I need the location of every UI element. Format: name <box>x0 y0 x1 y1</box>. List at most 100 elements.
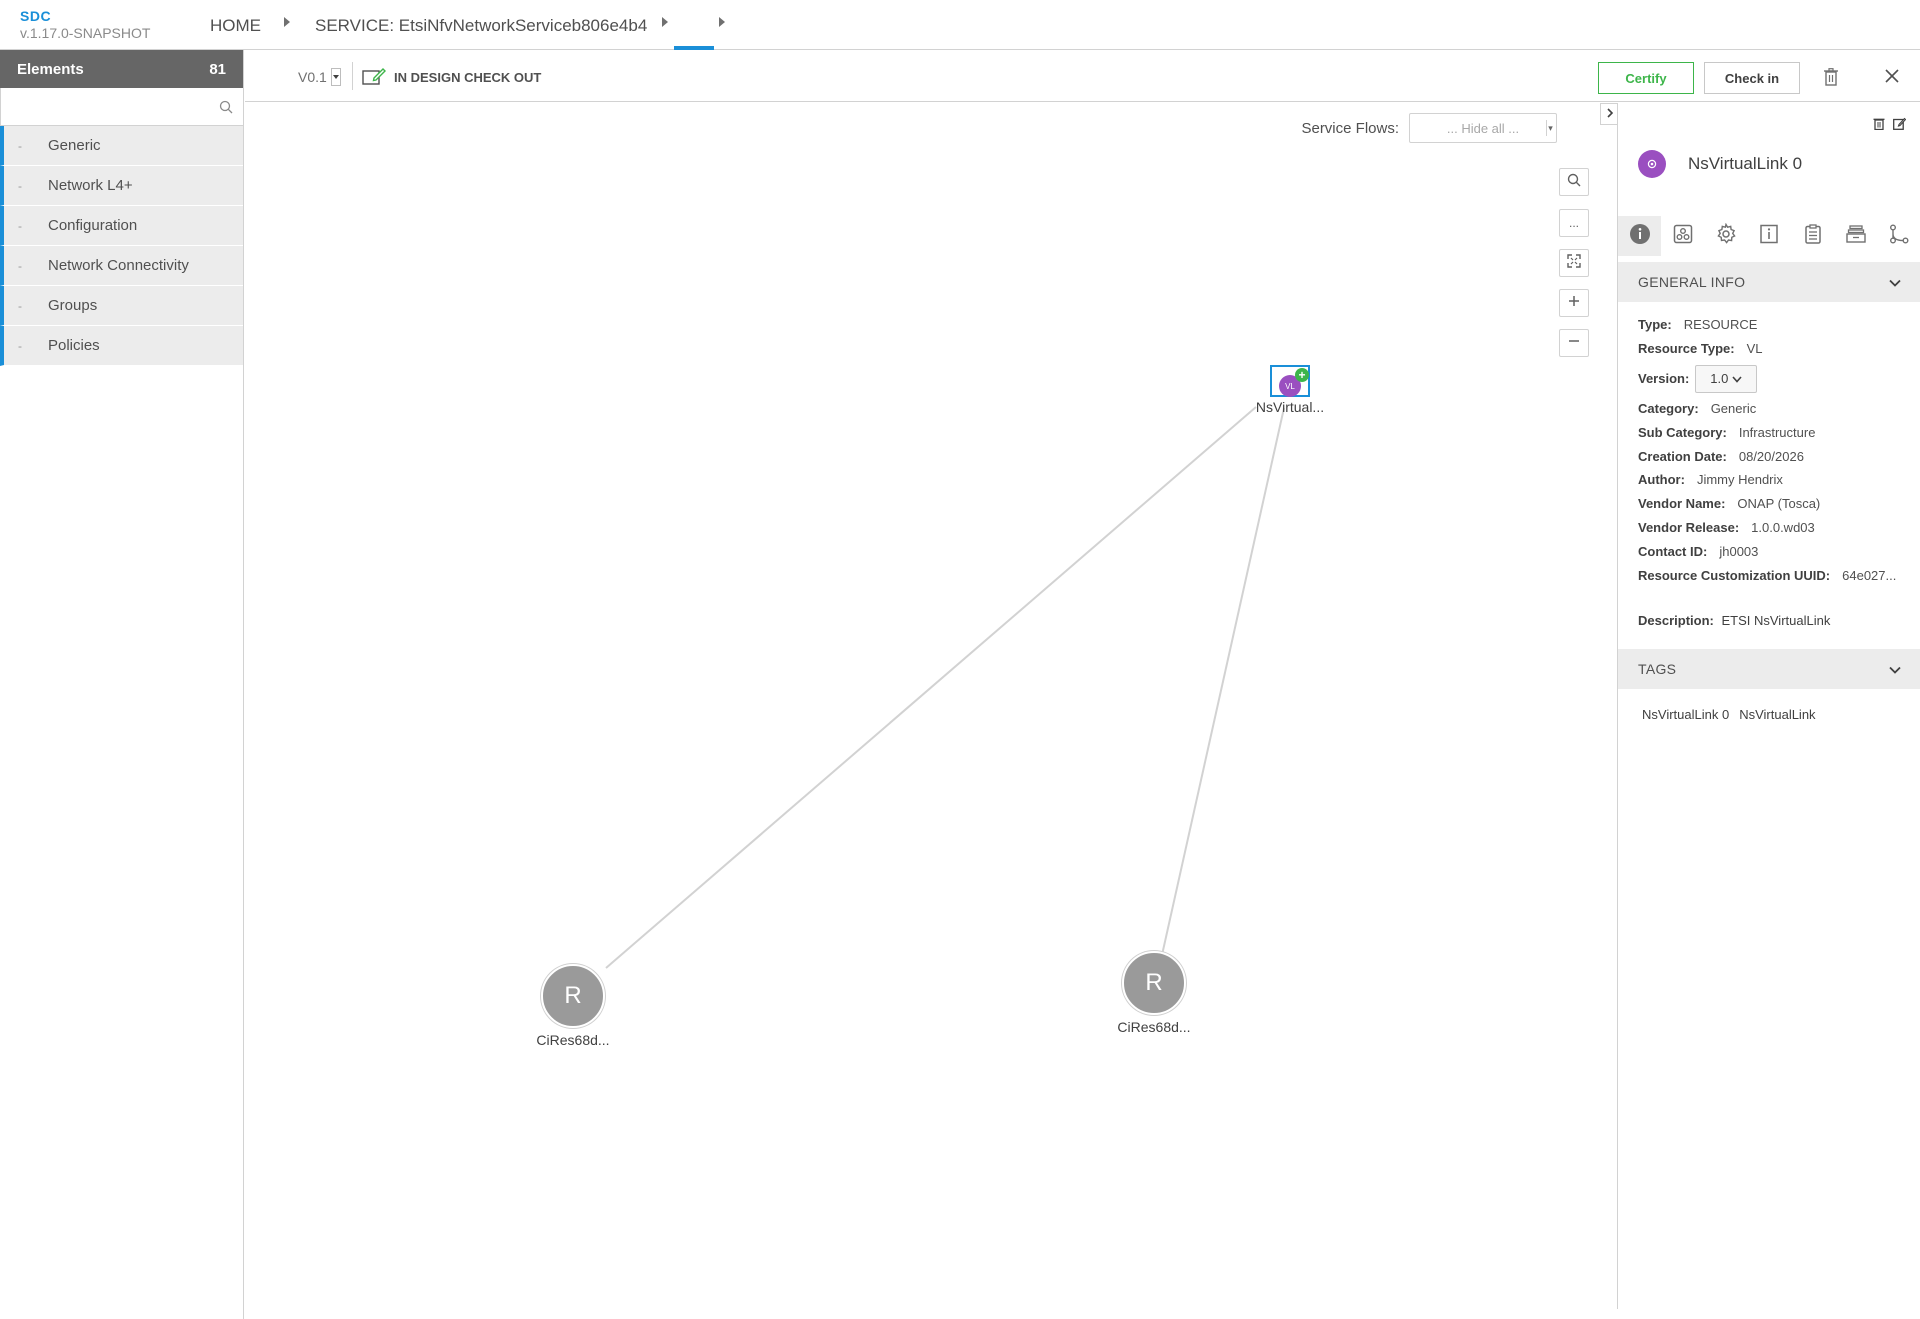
lifecycle-status: IN DESIGN CHECK OUT <box>362 67 541 88</box>
palette-search-input[interactable] <box>1 88 243 125</box>
info-square-icon <box>1758 223 1780 250</box>
field-version: Version: 1.0 <box>1638 361 1913 397</box>
gear-icon <box>1715 222 1737 250</box>
relation-line[interactable] <box>1161 407 1285 956</box>
clipboard-icon <box>1802 223 1824 250</box>
field-value: 08/20/2026 <box>1738 448 1804 464</box>
version-value: V0.1 <box>298 69 327 85</box>
chevron-down-icon <box>1889 661 1901 677</box>
edit-icon[interactable] <box>1893 117 1907 135</box>
layers-icon <box>1845 223 1867 250</box>
version-dropdown-value: 1.0 <box>1710 371 1729 387</box>
field-category: Category: Generic <box>1638 397 1913 421</box>
field-label: Resource Type: <box>1638 341 1735 357</box>
tag: NsVirtualLink <box>1739 707 1816 722</box>
field-label: Creation Date: <box>1638 448 1727 464</box>
expand-dash-icon: - <box>18 138 22 153</box>
panel-actions <box>1873 117 1907 135</box>
top-bar: SDC v.1.17.0-SNAPSHOT HOME SERVICE: Etsi… <box>0 0 1920 50</box>
field-value: RESOURCE <box>1683 317 1758 333</box>
relation-line[interactable] <box>605 406 1257 969</box>
field-author: Author: Jimmy Hendrix <box>1638 468 1913 492</box>
resource-node[interactable]: R <box>541 964 605 1028</box>
tags-title: TAGS <box>1638 661 1677 677</box>
node-label: NsVirtual... <box>1255 399 1325 415</box>
tab-relations[interactable] <box>1878 216 1920 256</box>
palette-category-configuration[interactable]: - Configuration <box>0 206 243 246</box>
palette-category-generic[interactable]: - Generic <box>0 126 243 166</box>
field-sub-category: Sub Category: Infrastructure <box>1638 420 1913 444</box>
breadcrumb-arrow-icon[interactable] <box>719 17 725 27</box>
breadcrumb-arrow-icon[interactable] <box>662 17 668 27</box>
close-icon[interactable] <box>1885 69 1899 88</box>
composition-canvas[interactable]: Service Flows: ... Hide all ... ▾ ... VL… <box>245 103 1617 1309</box>
vl-node[interactable]: VL + <box>1270 365 1310 397</box>
palette-category-groups[interactable]: - Groups <box>0 286 243 326</box>
certify-button[interactable]: Certify <box>1598 62 1694 94</box>
tab-deployment-artifacts[interactable] <box>1661 216 1704 256</box>
palette-category-label: Policies <box>48 337 100 354</box>
toolbar-divider <box>352 62 353 90</box>
version-selector[interactable]: V0.1 <box>298 68 341 86</box>
caret-down-icon[interactable] <box>330 68 341 86</box>
breadcrumb-home[interactable]: HOME <box>210 16 261 36</box>
delete-icon[interactable] <box>1873 117 1885 135</box>
chevron-down-icon <box>1732 371 1742 386</box>
relation-lines <box>605 406 1285 969</box>
app-name: SDC <box>20 8 52 24</box>
palette-category-policies[interactable]: - Policies <box>0 326 243 366</box>
field-vendor-name: Vendor Name: ONAP (Tosca) <box>1638 492 1913 516</box>
palette-count: 81 <box>209 60 226 78</box>
add-relation-icon[interactable]: + <box>1295 368 1309 382</box>
check-in-button[interactable]: Check in <box>1704 62 1800 94</box>
resource-node[interactable]: R <box>1122 951 1186 1015</box>
breadcrumb-service[interactable]: SERVICE: EtsiNfvNetworkServiceb806e4b4 <box>315 16 647 36</box>
details-panel: NsVirtualLink 0 GENERAL INFO Type: RESOU… <box>1617 103 1920 1309</box>
search-icon[interactable] <box>219 100 233 119</box>
field-value: jh0003 <box>1719 543 1759 559</box>
field-label: Vendor Name: <box>1638 496 1726 512</box>
panel-title: NsVirtualLink 0 <box>1638 150 1802 178</box>
hierarchy-icon <box>1888 223 1910 250</box>
panel-tabs <box>1618 216 1920 256</box>
field-label: Vendor Release: <box>1638 519 1740 535</box>
general-info-fields: Type: RESOURCE Resource Type: VL Version… <box>1638 313 1913 587</box>
tab-general-info[interactable] <box>1618 216 1662 256</box>
collapse-panel-button[interactable] <box>1600 103 1618 125</box>
palette-search <box>0 88 243 126</box>
palette-category-network-connectivity[interactable]: - Network Connectivity <box>0 246 243 286</box>
breadcrumb-arrow-icon[interactable] <box>284 17 290 27</box>
field-label: Category: <box>1638 400 1699 416</box>
field-value: Generic <box>1710 400 1757 416</box>
expand-dash-icon: - <box>18 218 22 233</box>
tab-api-artifacts[interactable] <box>1791 216 1834 256</box>
tags-header[interactable]: TAGS <box>1618 649 1920 689</box>
field-label: Resource Customization UUID: <box>1638 567 1831 583</box>
node-label: CiRes68d... <box>536 1032 610 1048</box>
status-text: IN DESIGN CHECK OUT <box>394 70 542 85</box>
palette-category-label: Network Connectivity <box>48 257 189 274</box>
tab-information-artifacts[interactable] <box>1748 216 1791 256</box>
app-version: v.1.17.0-SNAPSHOT <box>20 25 151 41</box>
general-info-header[interactable]: GENERAL INFO <box>1618 262 1920 302</box>
palette-category-label: Groups <box>48 297 98 314</box>
node-label: CiRes68d... <box>1117 1019 1191 1035</box>
info-circle-icon <box>1629 223 1651 250</box>
field-value: VL <box>1746 341 1763 357</box>
tab-requirements-capabilities[interactable] <box>1834 216 1877 256</box>
palette-category-network-l4[interactable]: - Network L4+ <box>0 166 243 206</box>
trash-icon[interactable] <box>1823 68 1839 91</box>
expand-dash-icon: - <box>18 178 22 193</box>
tag: NsVirtualLink 0 <box>1642 707 1730 722</box>
field-label: Type: <box>1638 317 1672 333</box>
field-label: Sub Category: <box>1638 424 1727 440</box>
chevron-down-icon <box>1889 274 1901 290</box>
expand-dash-icon: - <box>18 298 22 313</box>
checkout-edit-icon <box>362 67 386 88</box>
version-dropdown[interactable]: 1.0 <box>1695 364 1758 393</box>
field-value: 64e027... <box>1842 567 1897 583</box>
brand[interactable]: SDC v.1.17.0-SNAPSHOT <box>20 8 150 41</box>
chevron-right-icon <box>1606 105 1614 123</box>
tab-properties[interactable] <box>1705 216 1748 256</box>
field-value: Infrastructure <box>1738 424 1816 440</box>
